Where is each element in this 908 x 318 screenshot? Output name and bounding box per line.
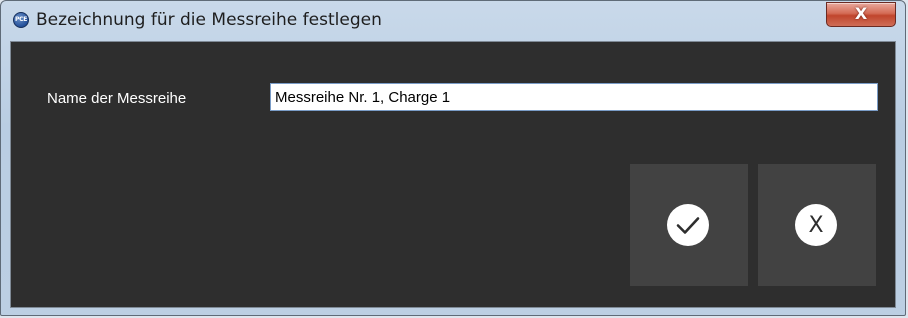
cancel-glyph: X: [808, 213, 824, 238]
checkmark-icon: [667, 204, 709, 246]
title-bar[interactable]: PCE Bezeichnung für die Messreihe festle…: [1, 1, 905, 41]
cancel-button[interactable]: X: [758, 164, 876, 286]
pce-logo-icon: PCE: [13, 12, 29, 28]
close-window-button[interactable]: X: [826, 2, 896, 27]
series-name-label: Name der Messreihe: [47, 90, 187, 107]
app-icon-text: PCE: [15, 16, 27, 23]
window-title: Bezeichnung für die Messreihe festlegen: [36, 10, 382, 30]
series-name-input[interactable]: [270, 83, 878, 111]
x-icon: X: [795, 204, 837, 246]
dialog-window: PCE Bezeichnung für die Messreihe festle…: [0, 0, 906, 316]
confirm-button[interactable]: [630, 164, 748, 286]
close-icon: X: [854, 4, 868, 23]
dialog-content: Name der Messreihe X: [10, 41, 896, 308]
